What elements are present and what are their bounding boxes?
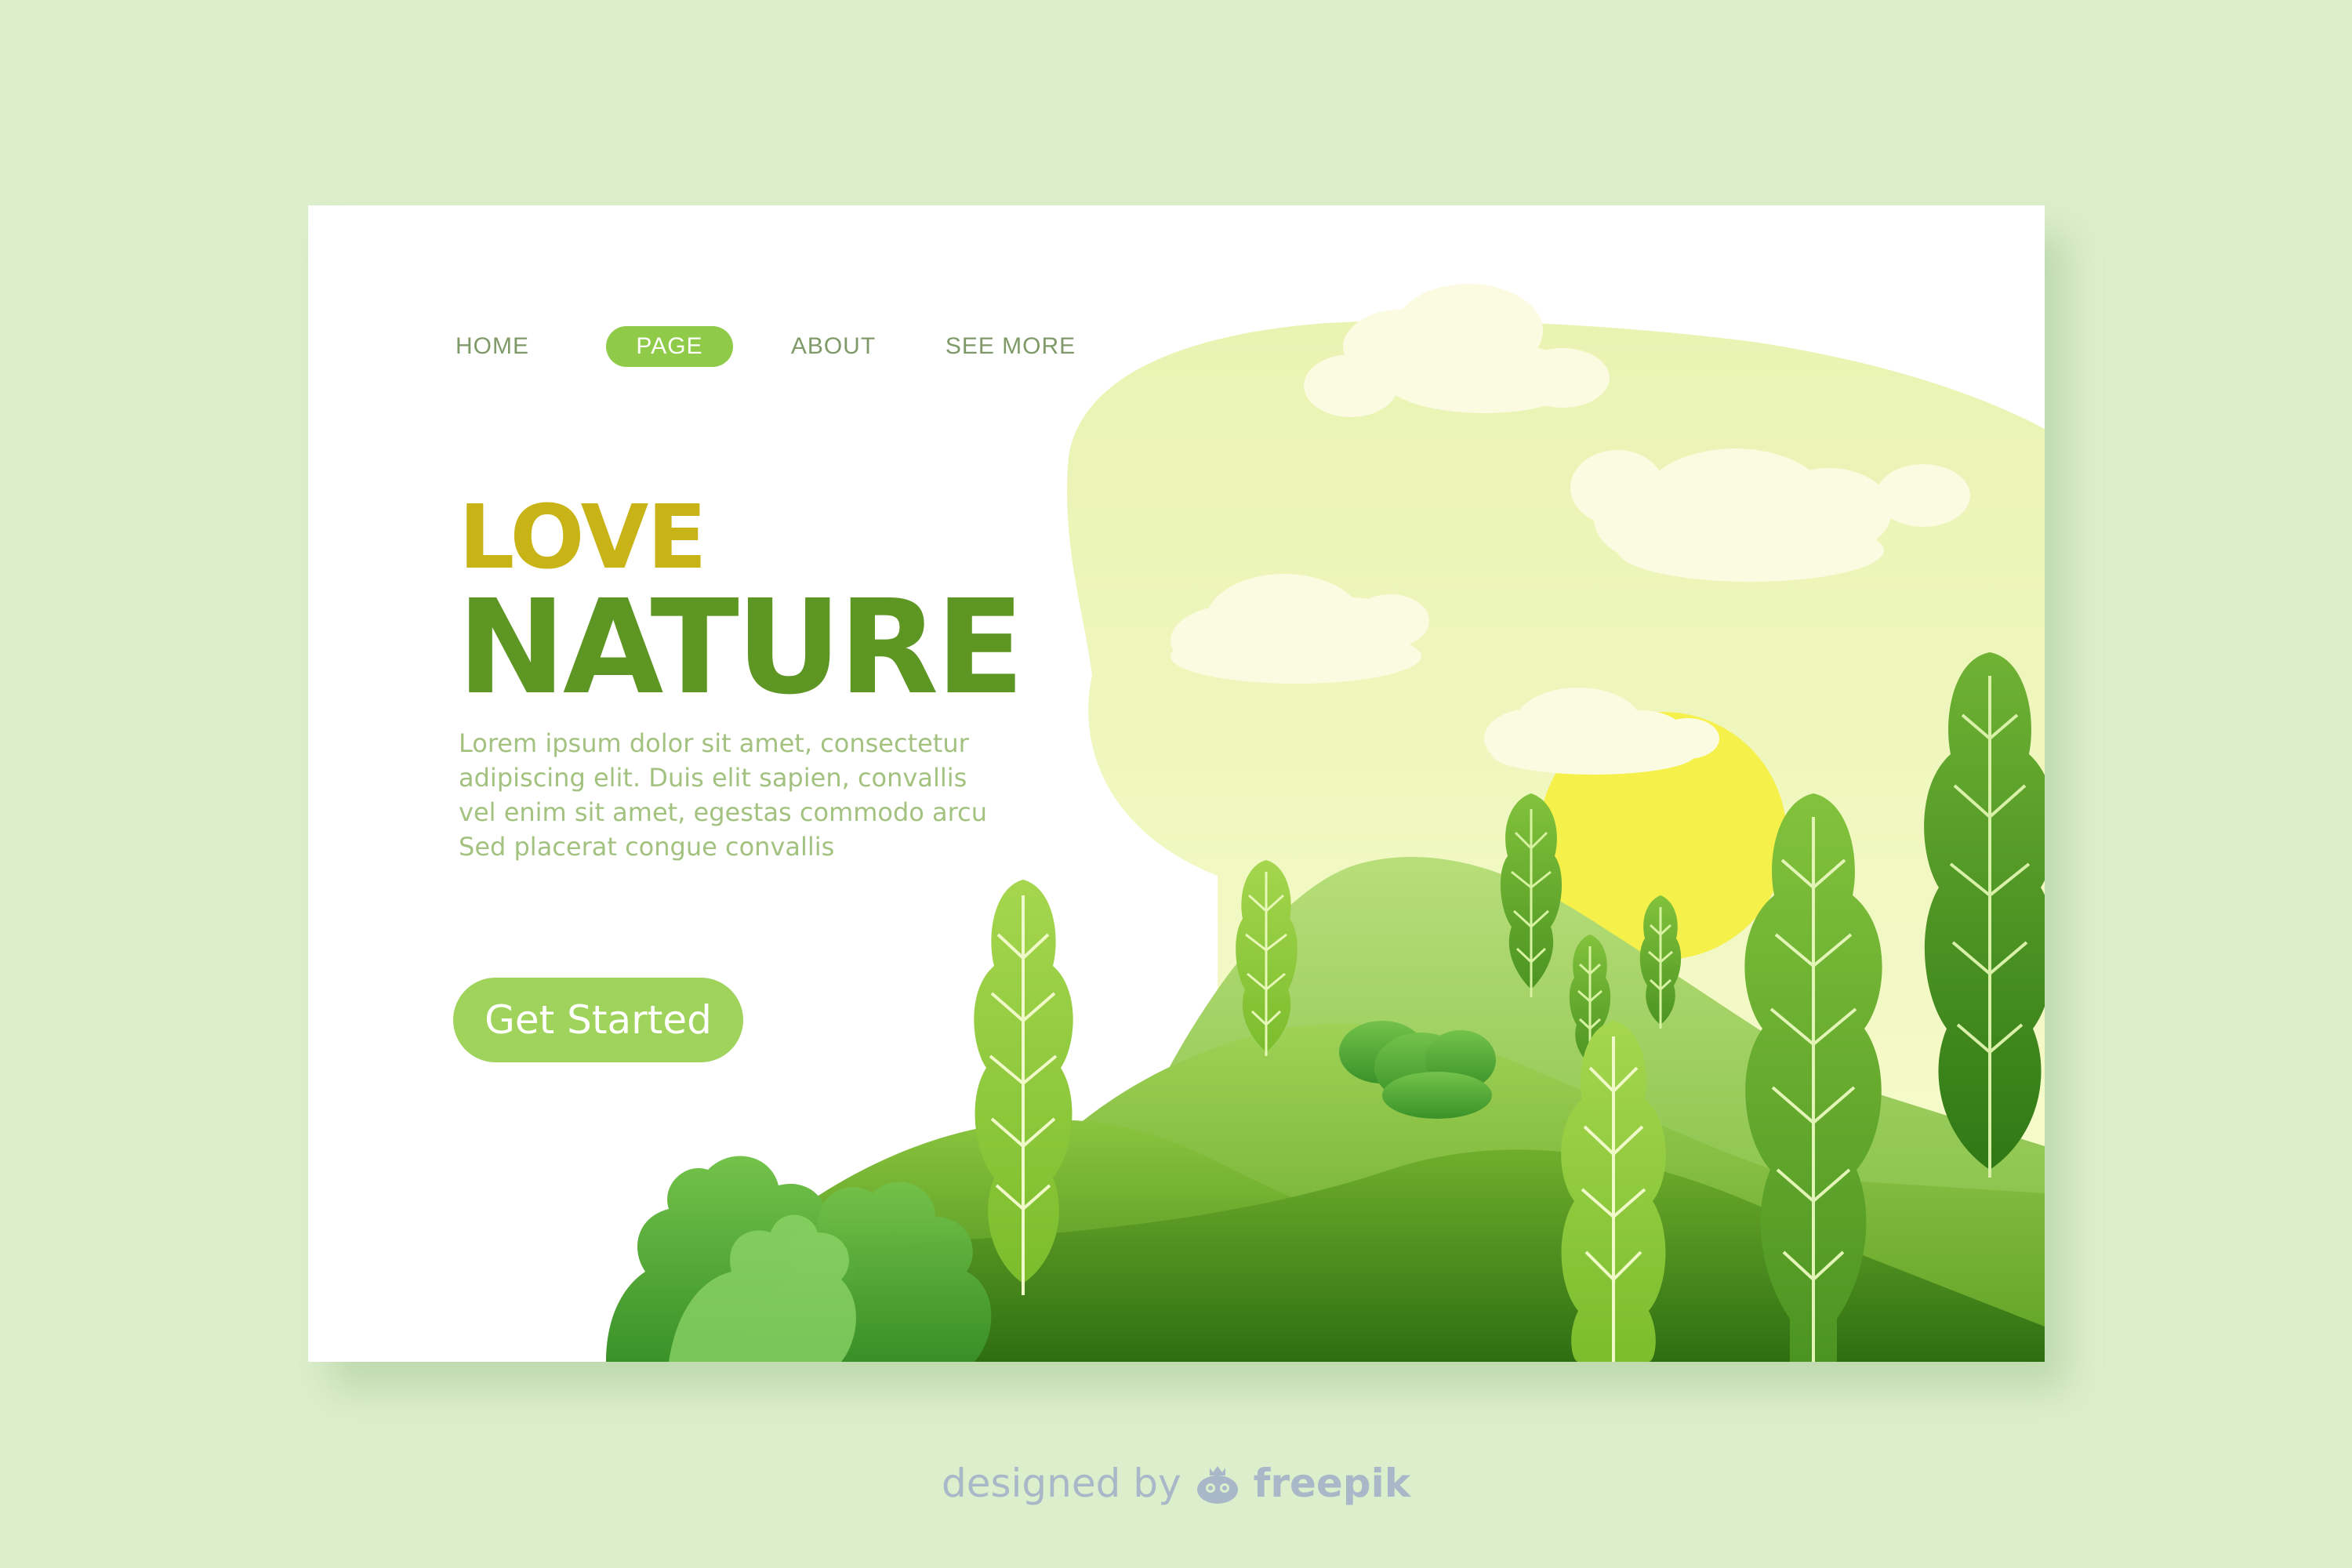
nav-page[interactable]: PAGE — [606, 326, 733, 367]
hero-title-line1: LOVE — [459, 487, 707, 589]
nav-about[interactable]: ABOUT — [786, 326, 880, 367]
designer-credit: designed by freepik — [0, 1460, 2352, 1507]
main-nav: HOME PAGE ABOUT SEE MORE — [449, 325, 1078, 368]
cloud-icon — [1304, 284, 1610, 417]
credit-prefix: designed by — [941, 1461, 1181, 1506]
hero-description-line: Sed placerat congue convallis — [459, 832, 835, 862]
hero-description-line: adipiscing elit. Duis elit sapien, conva… — [459, 763, 967, 793]
freepik-logo-icon — [1196, 1466, 1238, 1504]
get-started-button[interactable]: Get Started — [453, 978, 743, 1062]
hero-description-line: Lorem ipsum dolor sit amet, consectetur — [459, 728, 969, 758]
nav-see-more[interactable]: SEE MORE — [943, 326, 1078, 367]
nav-home[interactable]: HOME — [449, 326, 535, 367]
hero-title-line2: NATURE — [457, 572, 1025, 724]
credit-brand[interactable]: freepik — [1254, 1461, 1410, 1506]
hero-description: Lorem ipsum dolor sit amet, consectetur … — [459, 726, 1070, 864]
hero-description-line: vel enim sit amet, egestas commodo arcu — [459, 797, 987, 827]
landing-page-card: HOME PAGE ABOUT SEE MORE LOVE NATURE Lor… — [308, 205, 2045, 1362]
